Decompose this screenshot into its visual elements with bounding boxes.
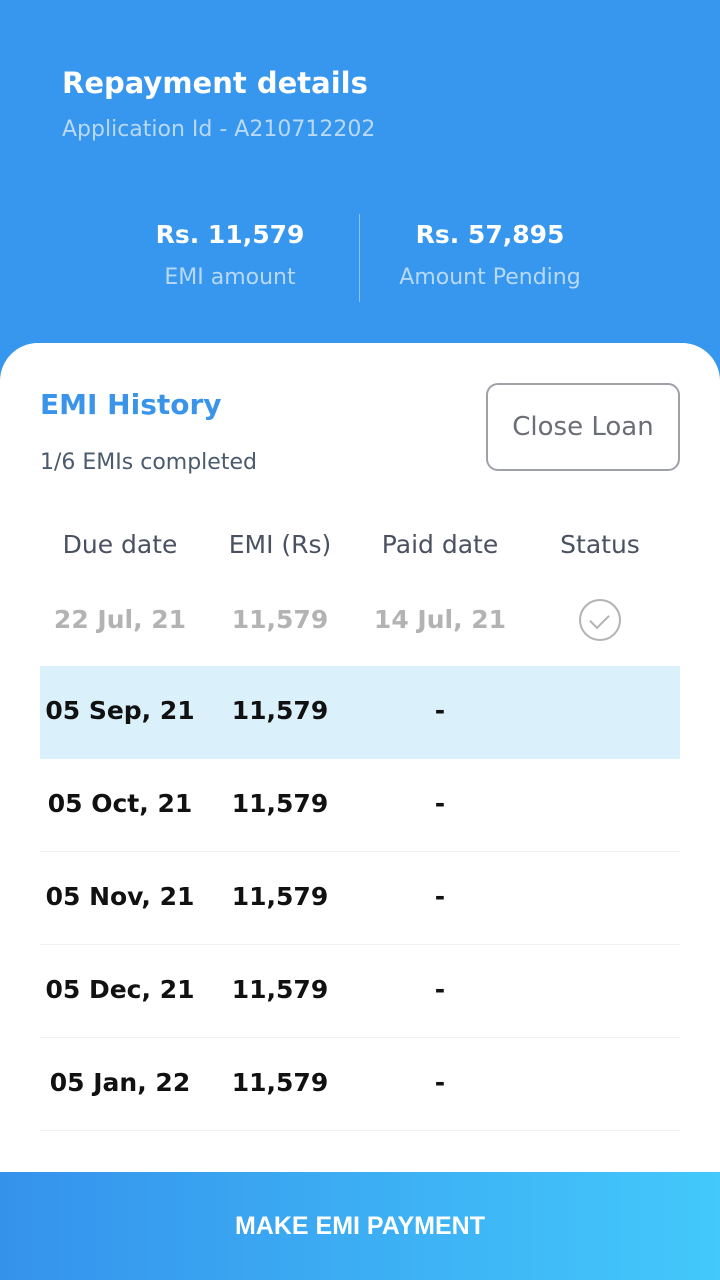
due-date-cell: 05 Dec, 21 [45,975,195,1004]
header: Repayment details Application Id - A2107… [0,0,720,360]
table-row: 05 Nov, 21 11,579 - [40,852,680,945]
paid-date-cell: - [434,975,446,1004]
emi-amount-label: EMI amount [164,265,296,290]
amount-pending-value: Rs. 57,895 [415,220,565,249]
emi-amount-value: Rs. 11,579 [155,220,305,249]
emi-cell: 11,579 [231,882,329,911]
table-row: 05 Dec, 21 11,579 - [40,945,680,1038]
page-title: Repayment details [62,66,368,100]
column-header-paid-date: Paid date [381,530,499,559]
status-cell [520,599,680,647]
paid-date-cell: - [434,789,446,818]
amount-pending-label: Amount Pending [399,265,581,290]
emi-history-title: EMI History [40,388,222,421]
table-header: Due date EMI (Rs) Paid date Status [0,530,720,566]
paid-date-cell: - [434,1068,446,1097]
due-date-cell: 22 Jul, 21 [53,605,187,634]
column-header-status: Status [560,530,640,559]
table-row: 05 Oct, 21 11,579 - [40,759,680,852]
table-row: 22 Jul, 21 11,579 14 Jul, 21 [40,575,680,668]
emi-history-card: EMI History 1/6 EMIs completed Close Loa… [0,343,720,1172]
table-row[interactable]: 05 Sep, 21 11,579 - [40,666,680,759]
due-date-cell: 05 Jan, 22 [49,1068,191,1097]
paid-date-cell: - [434,882,446,911]
amount-pending-stat: Rs. 57,895 Amount Pending [340,220,640,290]
column-header-emi: EMI (Rs) [228,530,332,559]
paid-date-cell: 14 Jul, 21 [373,605,507,634]
table-row: 05 Jan, 22 11,579 - [40,1038,680,1131]
column-header-due-date: Due date [62,530,178,559]
emi-amount-stat: Rs. 11,579 EMI amount [80,220,380,290]
check-circle-icon [579,599,621,641]
close-loan-button[interactable]: Close Loan [486,383,680,471]
emi-progress-text: 1/6 EMIs completed [40,450,257,475]
make-emi-payment-button[interactable]: MAKE EMI PAYMENT [0,1172,720,1280]
emi-cell: 11,579 [231,789,329,818]
emi-cell: 11,579 [231,975,329,1004]
emi-cell: 11,579 [231,696,329,725]
paid-date-cell: - [434,696,446,725]
emi-cell: 11,579 [231,1068,329,1097]
due-date-cell: 05 Nov, 21 [45,882,195,911]
emi-cell: 11,579 [231,605,329,634]
application-id: Application Id - A210712202 [62,117,376,142]
due-date-cell: 05 Oct, 21 [47,789,193,818]
due-date-cell: 05 Sep, 21 [45,696,195,725]
